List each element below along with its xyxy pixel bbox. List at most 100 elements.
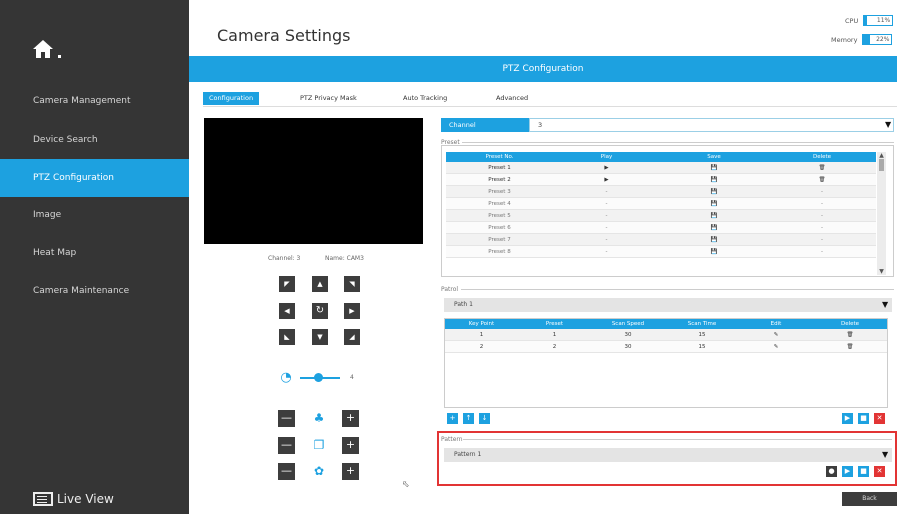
- section-banner: PTZ Configuration: [189, 56, 897, 82]
- chevron-down-icon[interactable]: ▼: [882, 450, 888, 459]
- ptz-up-button[interactable]: ▲: [312, 276, 328, 292]
- patrol-column-header: Edit: [739, 319, 813, 329]
- ptz-auto-scan-button[interactable]: ↻: [312, 303, 328, 319]
- patrol-delete-icon[interactable]: 🗑: [813, 341, 887, 353]
- tab-ptz-privacy-mask[interactable]: PTZ Privacy Mask: [294, 92, 363, 105]
- zoom-in-button[interactable]: +: [342, 410, 359, 427]
- sidebar-item-device-search[interactable]: Device Search: [0, 121, 189, 159]
- preset-delete-icon: -: [768, 222, 876, 234]
- preset-name: Preset 3: [446, 186, 553, 198]
- preset-play-icon: -: [553, 234, 660, 246]
- channel-label: Channel: [441, 118, 529, 132]
- sidebar-item-camera-maintenance[interactable]: Camera Maintenance: [0, 272, 189, 310]
- scroll-up-icon[interactable]: ▲: [877, 152, 886, 159]
- preset-save-icon[interactable]: 💾: [660, 186, 768, 198]
- ptz-down-right-button[interactable]: ◢: [344, 329, 360, 345]
- preset-column-header: Preset No.: [446, 152, 553, 162]
- patrol-preset: 2: [518, 341, 591, 353]
- preset-delete-icon[interactable]: 🗑: [768, 162, 876, 174]
- move-down-button[interactable]: ↓: [479, 413, 490, 424]
- page-title: Camera Settings: [217, 26, 351, 45]
- pattern-stop-button[interactable]: ■: [858, 466, 869, 477]
- preset-play-icon[interactable]: ▶: [553, 162, 660, 174]
- home-icon[interactable]: [31, 37, 65, 61]
- patrol-play-button[interactable]: ▶: [842, 413, 853, 424]
- live-view-icon: [33, 492, 53, 506]
- pattern-select[interactable]: Pattern 1: [444, 448, 892, 462]
- preset-save-icon[interactable]: 💾: [660, 174, 768, 186]
- patrol-delete-button[interactable]: ✕: [874, 413, 885, 424]
- preset-column-header: Delete: [768, 152, 876, 162]
- mouse-cursor-icon: ⬁: [402, 480, 410, 490]
- preset-save-icon[interactable]: 💾: [660, 162, 768, 174]
- back-button[interactable]: Back: [842, 492, 897, 506]
- preset-play-icon: -: [553, 198, 660, 210]
- tab-configuration[interactable]: Configuration: [203, 92, 260, 105]
- video-preview[interactable]: [204, 118, 423, 244]
- ptz-left-button[interactable]: ◀: [279, 303, 295, 319]
- live-view-button[interactable]: Live View: [33, 492, 114, 506]
- preset-scrollbar[interactable]: ▲ ▼: [877, 152, 886, 275]
- patrol-edit-icon[interactable]: ✎: [739, 341, 813, 353]
- pattern-delete-button[interactable]: ✕: [874, 466, 885, 477]
- channel-select[interactable]: 3: [529, 118, 894, 132]
- pattern-divider: [463, 439, 892, 440]
- preset-play-icon: -: [553, 210, 660, 222]
- preset-divider: [462, 142, 894, 143]
- preset-play-icon: -: [553, 246, 660, 258]
- iris-open-button[interactable]: +: [342, 463, 359, 480]
- patrol-stop-button[interactable]: ■: [858, 413, 869, 424]
- sidebar-item-heat-map[interactable]: Heat Map: [0, 234, 189, 272]
- preset-save-icon[interactable]: 💾: [660, 246, 768, 258]
- ptz-down-button[interactable]: ▼: [312, 329, 328, 345]
- patrol-delete-icon[interactable]: 🗑: [813, 329, 887, 341]
- pattern-play-button[interactable]: ▶: [842, 466, 853, 477]
- tab-advanced[interactable]: Advanced: [490, 92, 534, 105]
- sidebar-item-image[interactable]: Image: [0, 196, 189, 234]
- patrol-edit-icon[interactable]: ✎: [739, 329, 813, 341]
- preset-name: Preset 6: [446, 222, 553, 234]
- ptz-down-left-button[interactable]: ◣: [279, 329, 295, 345]
- focus-in-button[interactable]: +: [342, 437, 359, 454]
- chevron-down-icon[interactable]: ▼: [885, 120, 891, 129]
- ptz-up-left-button[interactable]: ◤: [279, 276, 295, 292]
- patrol-scan-time: 15: [665, 341, 739, 353]
- preset-delete-icon: -: [768, 198, 876, 210]
- preset-column-header: Save: [660, 152, 768, 162]
- zoom-out-button[interactable]: —: [278, 410, 295, 427]
- patrol-column-header: Delete: [813, 319, 887, 329]
- focus-out-button[interactable]: —: [278, 437, 295, 454]
- preset-delete-icon[interactable]: 🗑: [768, 174, 876, 186]
- patrol-scan-time: 15: [665, 329, 739, 341]
- chevron-down-icon[interactable]: ▼: [882, 300, 888, 309]
- memory-usage: Memory 22%: [831, 34, 893, 45]
- preset-save-icon[interactable]: 💾: [660, 234, 768, 246]
- preset-save-icon[interactable]: 💾: [660, 210, 768, 222]
- sidebar-item-camera-management[interactable]: Camera Management: [0, 82, 189, 120]
- patrol-column-header: Key Point: [445, 319, 518, 329]
- preset-play-icon[interactable]: ▶: [553, 174, 660, 186]
- pattern-value: Pattern 1: [454, 451, 482, 458]
- add-keypoint-button[interactable]: +: [447, 413, 458, 424]
- patrol-path-select[interactable]: Path 1: [444, 298, 892, 312]
- memory-value: 22%: [876, 36, 890, 43]
- sidebar: Camera Management Device Search PTZ Conf…: [0, 0, 189, 514]
- iris-icon: ✿: [313, 464, 325, 478]
- move-up-button[interactable]: ↑: [463, 413, 474, 424]
- tab-auto-tracking[interactable]: Auto Tracking: [397, 92, 453, 105]
- preset-save-icon[interactable]: 💾: [660, 222, 768, 234]
- ptz-up-right-button[interactable]: ◥: [344, 276, 360, 292]
- focus-icon: ❐: [313, 438, 325, 452]
- pattern-record-button[interactable]: ●: [826, 466, 837, 477]
- cpu-usage: CPU 11%: [845, 15, 894, 26]
- patrol-preset: 1: [518, 329, 591, 341]
- sidebar-item-ptz-configuration[interactable]: PTZ Configuration: [0, 159, 189, 197]
- speed-slider-handle[interactable]: [314, 373, 323, 382]
- scroll-down-icon[interactable]: ▼: [877, 268, 886, 275]
- preset-save-icon[interactable]: 💾: [660, 198, 768, 210]
- preset-name: Preset 8: [446, 246, 553, 258]
- iris-close-button[interactable]: —: [278, 463, 295, 480]
- ptz-right-button[interactable]: ▶: [344, 303, 360, 319]
- speed-icon: ◔: [280, 370, 292, 385]
- patrol-table: Key Point Preset Scan Speed Scan Time Edit De…: [445, 319, 887, 353]
